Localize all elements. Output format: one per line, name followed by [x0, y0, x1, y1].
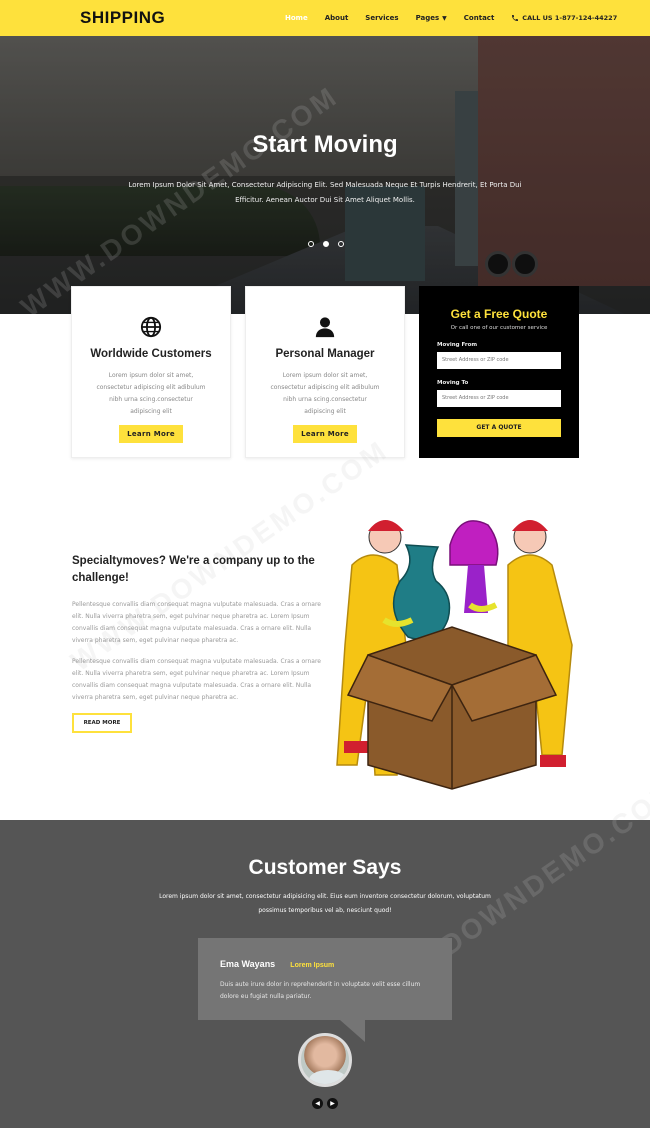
learn-more-button[interactable]: Learn More [293, 425, 357, 443]
feature-card-manager: Personal Manager Lorem ipsum dolor sit a… [245, 286, 405, 458]
testimonial-name: Ema Wayans [220, 959, 276, 969]
movers-illustration [336, 520, 573, 790]
call-us-text: CALL US 1-877-124-44227 [522, 14, 618, 22]
card-text: Lorem ipsum dolor sit amet, consectetur … [96, 372, 206, 415]
about-paragraph: Pellentesque convallis diam consequat ma… [72, 601, 321, 644]
nav-pages[interactable]: Pages ▼ [416, 14, 447, 22]
read-more-button[interactable]: READ MORE [72, 713, 132, 733]
testimonials-section: WWW.DOWNDEMO.COM Customer Says Lorem ips… [0, 774, 650, 1128]
learn-more-button[interactable]: Learn More [119, 425, 183, 443]
slider-dots [308, 241, 344, 247]
phone-icon [512, 15, 519, 21]
card-title: Worldwide Customers [90, 348, 212, 360]
moving-to-label: Moving To [437, 380, 469, 386]
testimonials-title: Customer Says [248, 856, 402, 879]
testimonial-bubble: Ema Wayans Lorem Ipsum Duis aute irure d… [198, 938, 452, 1020]
top-navbar: SHIPPING Home About Services Pages ▼ Cont… [0, 0, 650, 36]
nav-contact[interactable]: Contact [464, 14, 495, 22]
free-quote-form: Get a Free Quote Or call one of our cust… [419, 286, 579, 458]
moving-from-input[interactable]: Street Address or ZIP code [437, 352, 561, 369]
nav-home[interactable]: Home [285, 14, 308, 22]
card-title: Personal Manager [275, 348, 375, 360]
nav-services[interactable]: Services [365, 14, 398, 22]
caret-down-icon: ▼ [442, 14, 447, 22]
testimonials-lead: Lorem ipsum dolor sit amet, consectetur … [159, 893, 491, 914]
site-logo[interactable]: SHIPPING [80, 8, 165, 28]
get-quote-button[interactable]: GET A QUOTE [437, 419, 561, 437]
testimonial-quote: Duis aute irure dolor in reprehenderit i… [220, 981, 421, 1000]
moving-to-input[interactable]: Street Address or ZIP code [437, 390, 561, 407]
call-us[interactable]: CALL US 1-877-124-44227 [511, 14, 617, 22]
slider-dot[interactable] [338, 241, 344, 247]
about-title: Specialtymoves? We're a company up to th… [72, 555, 315, 584]
moving-from-label: Moving From [437, 342, 478, 348]
quote-title: Get a Free Quote [450, 307, 548, 321]
prev-arrow-icon[interactable]: ◀ [312, 1098, 323, 1109]
quote-subtitle: Or call one of our customer service [450, 325, 548, 331]
next-arrow-icon[interactable]: ▶ [327, 1098, 338, 1109]
nav-pages-label: Pages [415, 14, 440, 22]
main-menu: Home About Services Pages ▼ Contact CALL … [285, 0, 617, 36]
hero-slider: WWW.DOWNDEMO.COM Start Moving Lorem Ipsu… [0, 36, 650, 314]
avatar [298, 1033, 352, 1087]
hero-title: Start Moving [252, 131, 398, 158]
about-paragraph: Pellentesque convallis diam consequat ma… [72, 658, 321, 701]
user-icon [315, 317, 335, 338]
hero-text: Lorem Ipsum Dolor Sit Amet, Consectetur … [128, 181, 522, 204]
slider-dot-active[interactable] [323, 241, 329, 247]
card-text: Lorem ipsum dolor sit amet, consectetur … [270, 372, 380, 415]
feature-card-worldwide: Worldwide Customers Lorem ipsum dolor si… [71, 286, 231, 458]
slider-dot[interactable] [308, 241, 314, 247]
avatar-shirt [309, 1070, 347, 1084]
bubble-tail [340, 1020, 365, 1042]
testimonial-role: Lorem Ipsum [290, 962, 335, 969]
nav-about[interactable]: About [325, 14, 349, 22]
globe-icon [140, 316, 162, 338]
